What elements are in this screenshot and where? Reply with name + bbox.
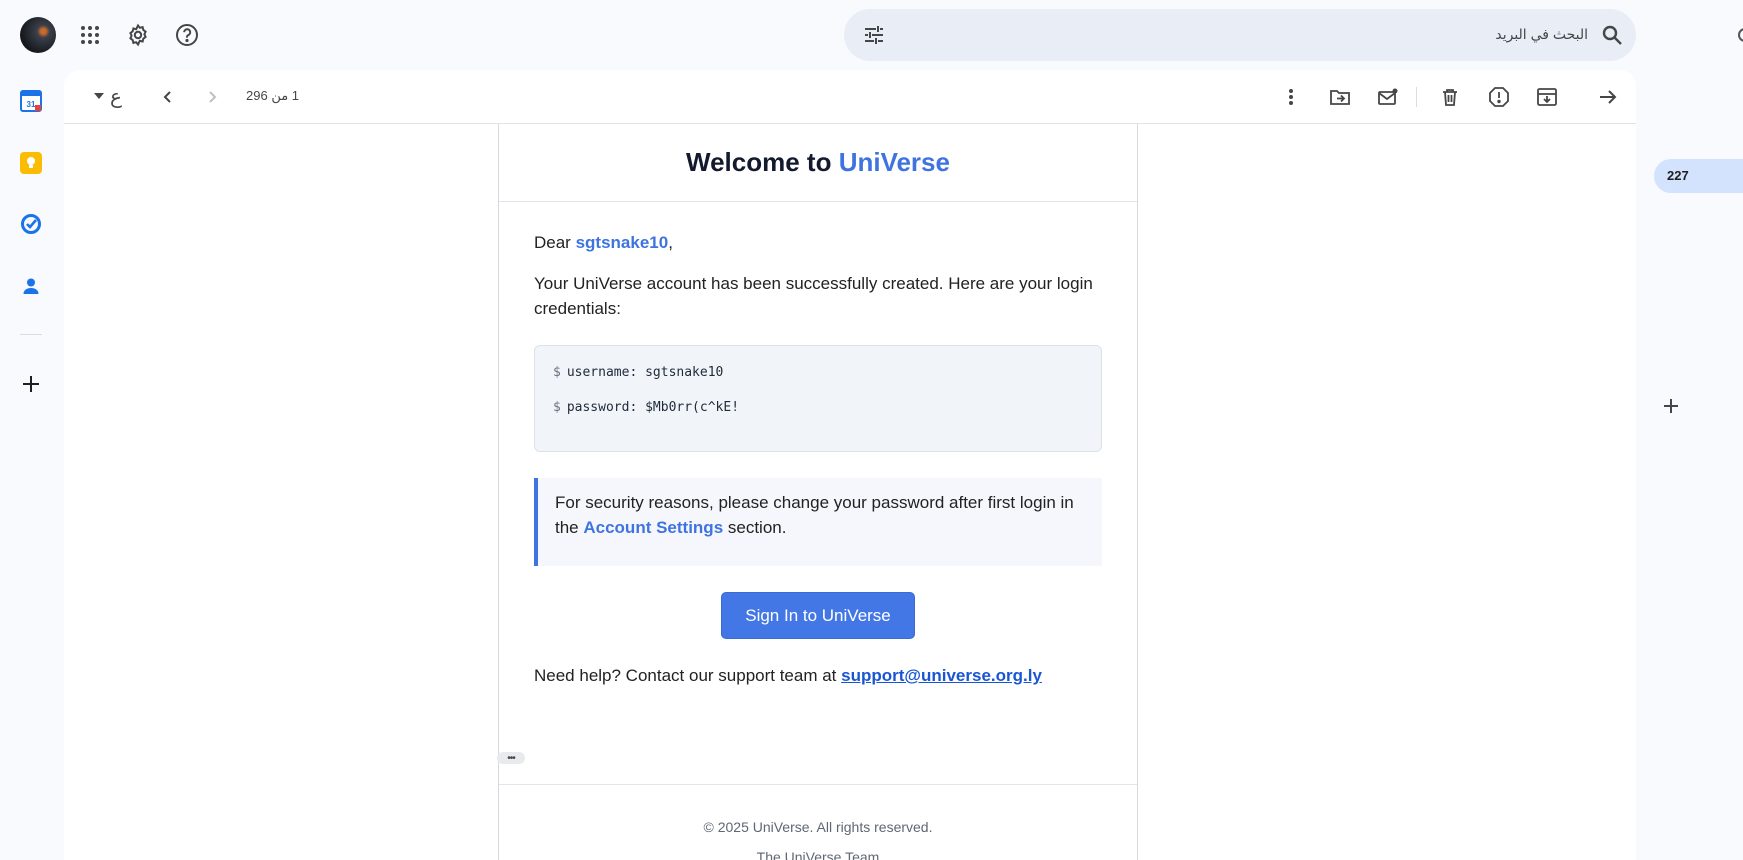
email-footer: © 2025 UniVerse. All rights reserved. Th… <box>499 784 1137 860</box>
app-rail: 31 <box>0 0 198 860</box>
email-header: Welcome to UniVerse <box>499 124 1137 202</box>
username-line: $ username: sgtsnake10 <box>553 365 724 380</box>
main-panel: ع 1 من 296 Welcome to UniVerse Dear sgts… <box>64 70 1636 860</box>
calendar-icon[interactable]: 31 <box>20 90 42 112</box>
rail-divider <box>20 334 42 335</box>
language-glyph: ع <box>110 84 122 108</box>
security-notice: For security reasons, please change your… <box>534 478 1102 566</box>
svg-text:31: 31 <box>27 100 36 109</box>
apps-grid-icon[interactable] <box>74 19 106 51</box>
pager-count: 1 من 296 <box>246 88 300 103</box>
greeting-username: sgtsnake10 <box>575 233 669 252</box>
help-icon[interactable] <box>171 19 203 51</box>
mark-unread-icon[interactable] <box>1374 83 1402 111</box>
language-selector[interactable]: ع <box>94 82 122 110</box>
tune-icon[interactable] <box>862 23 886 47</box>
caret-down-icon <box>94 93 104 99</box>
sign-in-button[interactable]: Sign In to UniVerse <box>721 592 915 639</box>
credentials-box: $ username: sgtsnake10 $ password: $Mb0rr(… <box>534 345 1102 452</box>
intro-text: Your UniVerse account has been successfu… <box>534 274 1093 318</box>
report-icon[interactable] <box>1485 83 1513 111</box>
trash-icon[interactable] <box>1436 83 1464 111</box>
search-icon[interactable] <box>1600 23 1624 47</box>
move-to-icon[interactable] <box>1326 83 1354 111</box>
arrow-forward-icon[interactable] <box>1594 83 1622 111</box>
search-input[interactable]: البحث في البريد <box>1495 26 1588 43</box>
plus-icon[interactable] <box>20 373 42 395</box>
footer-copyright: © 2025 UniVerse. All rights reserved. <box>703 819 933 835</box>
gear-icon[interactable] <box>122 19 154 51</box>
partial-icon <box>1738 28 1743 42</box>
keep-icon[interactable] <box>20 152 42 174</box>
message-toolbar: ع 1 من 296 <box>64 70 1636 124</box>
support-email-link[interactable]: support@universe.org.ly <box>841 666 1042 685</box>
account-settings-link[interactable]: Account Settings <box>583 518 723 537</box>
unread-count-badge[interactable]: 227 <box>1654 159 1743 193</box>
email-content: Dear sgtsnake10, Your UniVerse account h… <box>499 202 1137 688</box>
chevron-left-icon[interactable] <box>154 83 182 111</box>
chevron-right-icon[interactable] <box>198 83 226 111</box>
avatar[interactable] <box>20 17 56 53</box>
email-title: Welcome to UniVerse <box>686 147 950 177</box>
search-bar[interactable]: البحث في البريد <box>844 9 1636 61</box>
tasks-icon[interactable] <box>20 213 42 235</box>
brand-name: UniVerse <box>838 147 950 177</box>
email-message: Welcome to UniVerse Dear sgtsnake10, You… <box>497 124 1138 860</box>
button-container: Sign In to UniVerse <box>534 592 1102 639</box>
toolbar-divider <box>1416 87 1417 107</box>
more-vertical-icon[interactable] <box>1277 83 1305 111</box>
archive-icon[interactable] <box>1533 83 1561 111</box>
greeting: Dear sgtsnake10, <box>534 233 673 252</box>
plus-icon[interactable] <box>1663 398 1685 420</box>
footer-team: The UniVerse Team <box>756 849 880 860</box>
password-line: $ password: $Mb0rr(c^kE! <box>553 400 740 415</box>
contacts-icon[interactable] <box>20 275 42 297</box>
show-trimmed-content-button[interactable]: ••• <box>497 752 525 764</box>
help-text: Need help? Contact our support team at s… <box>534 666 1042 685</box>
